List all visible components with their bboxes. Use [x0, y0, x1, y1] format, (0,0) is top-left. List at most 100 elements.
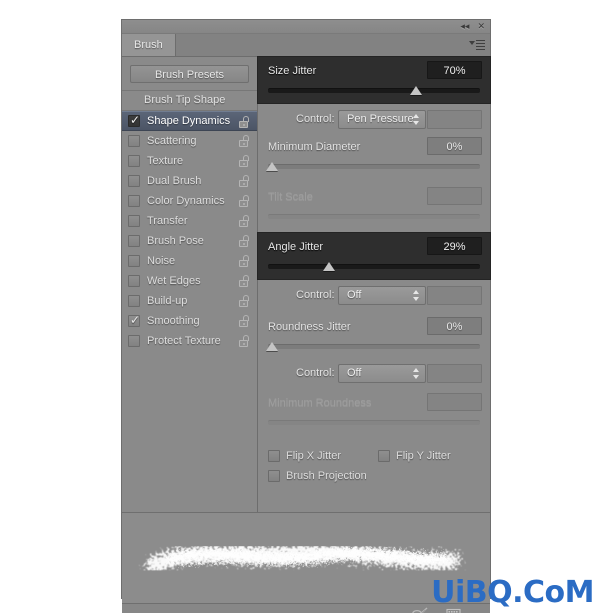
toggle-brush-settings-icon[interactable] — [412, 607, 430, 613]
flip-x-jitter-checkbox[interactable] — [268, 450, 280, 462]
lock-open-icon[interactable] — [239, 215, 250, 227]
minimum-diameter-slider[interactable] — [266, 161, 480, 175]
lock-open-icon[interactable] — [239, 135, 250, 147]
roundness-jitter-slider[interactable] — [266, 341, 480, 355]
tab-brush[interactable]: Brush — [122, 34, 176, 56]
spinner-icon[interactable] — [413, 114, 420, 125]
size-jitter-thumb[interactable] — [410, 86, 423, 95]
sidebar-item-label: Build-up — [147, 295, 188, 307]
sidebar-item-label: Brush Pose — [147, 235, 204, 247]
sidebar-item-brush-pose[interactable]: ✓ Brush Pose — [122, 231, 257, 251]
roundness-jitter-label: Roundness Jitter — [268, 321, 351, 333]
checkbox[interactable]: ✓ — [128, 275, 140, 287]
close-icon[interactable]: ✕ — [477, 22, 485, 31]
checkbox[interactable]: ✓ — [128, 314, 140, 327]
sidebar-item-label: Wet Edges — [147, 275, 201, 287]
checkbox[interactable]: ✓ — [128, 114, 140, 127]
roundness-jitter-track — [268, 344, 480, 349]
sidebar-item-scattering[interactable]: ✓ Scattering — [122, 131, 257, 151]
lock-open-icon[interactable] — [239, 295, 250, 307]
checkbox[interactable]: ✓ — [128, 135, 140, 147]
checkbox[interactable]: ✓ — [128, 295, 140, 307]
angle-jitter-value[interactable]: 29% — [427, 237, 482, 255]
brush-options-panel: Size Jitter 70% Control: Pen Pressure Mi… — [258, 57, 490, 512]
minimum-roundness-track — [268, 420, 480, 425]
angle-jitter-slider[interactable] — [268, 261, 480, 275]
lock-open-icon[interactable] — [239, 175, 250, 187]
checkbox[interactable]: ✓ — [128, 195, 140, 207]
tilt-scale-row: Tilt Scale — [258, 183, 490, 211]
brush-presets-button[interactable]: Brush Presets — [130, 65, 249, 83]
checkbox[interactable]: ✓ — [128, 155, 140, 167]
lock-open-icon[interactable] — [239, 335, 250, 347]
minimum-roundness-label: Minimum Roundness — [268, 397, 372, 409]
size-jitter-row: Size Jitter 70% — [258, 57, 490, 85]
size-jitter-track — [268, 88, 480, 93]
spinner-icon[interactable] — [413, 368, 420, 379]
angle-control-label: Control: — [296, 289, 335, 301]
titlebar-icons: ◂◂ ✕ — [460, 20, 485, 33]
lock-open-icon[interactable] — [239, 155, 250, 167]
roundness-control-select[interactable]: Off — [338, 364, 426, 383]
lock-open-icon[interactable] — [239, 195, 250, 207]
roundness-jitter-value[interactable]: 0% — [427, 317, 482, 335]
panel-body: Brush Presets Brush Tip Shape ✓ Shape Dyn… — [122, 57, 490, 512]
sidebar-item-wet-edges[interactable]: ✓ Wet Edges — [122, 271, 257, 291]
sidebar-item-color-dynamics[interactable]: ✓ Color Dynamics — [122, 191, 257, 211]
sidebar-item-shape-dynamics[interactable]: ✓ Shape Dynamics — [122, 111, 257, 131]
sidebar-item-label: Shape Dynamics — [147, 115, 231, 127]
brush-tip-shape-header[interactable]: Brush Tip Shape — [122, 90, 257, 111]
angle-control-select[interactable]: Off — [338, 286, 426, 305]
sidebar-item-build-up[interactable]: ✓ Build-up — [122, 291, 257, 311]
flip-x-jitter-label: Flip X Jitter — [286, 450, 342, 462]
sidebar-item-label: Transfer — [147, 215, 188, 227]
sidebar-item-dual-brush[interactable]: ✓ Dual Brush — [122, 171, 257, 191]
minimum-diameter-value[interactable]: 0% — [427, 137, 482, 155]
sidebar-item-smoothing[interactable]: ✓ Smoothing — [122, 311, 257, 331]
sidebar-item-protect-texture[interactable]: ✓ Protect Texture — [122, 331, 257, 351]
roundness-jitter-thumb[interactable] — [266, 342, 279, 351]
roundness-jitter-row: Roundness Jitter 0% — [258, 313, 490, 341]
lock-open-icon[interactable] — [239, 315, 250, 327]
sidebar-item-transfer[interactable]: ✓ Transfer — [122, 211, 257, 231]
roundness-control-label: Control: — [296, 367, 335, 379]
sidebar-item-texture[interactable]: ✓ Texture — [122, 151, 257, 171]
lock-open-icon[interactable] — [239, 255, 250, 267]
size-jitter-value[interactable]: 70% — [427, 61, 482, 79]
sidebar-item-label: Dual Brush — [147, 175, 202, 187]
minimum-roundness-row: Minimum Roundness — [258, 389, 490, 417]
sidebar-item-label: Smoothing — [147, 315, 200, 327]
brush-projection-checkbox[interactable] — [268, 470, 280, 482]
minimum-diameter-thumb[interactable] — [266, 162, 279, 171]
panel-menu-icon[interactable] — [469, 38, 485, 52]
collapse-double-left-icon[interactable]: ◂◂ — [460, 22, 469, 31]
lock-open-icon[interactable] — [239, 235, 250, 247]
sidebar-item-label: Texture — [147, 155, 184, 167]
flip-jitter-row: Flip X Jitter Flip Y Jitter — [258, 447, 490, 467]
size-control-extra-field[interactable] — [427, 110, 482, 129]
size-jitter-slider[interactable] — [268, 85, 480, 99]
spinner-icon[interactable] — [413, 290, 420, 301]
checkbox[interactable]: ✓ — [128, 335, 140, 347]
lock-open-icon[interactable] — [239, 275, 250, 287]
sidebar-item-label: Color Dynamics — [147, 195, 225, 207]
flip-y-jitter-checkbox[interactable] — [378, 450, 390, 462]
checkbox[interactable]: ✓ — [128, 235, 140, 247]
size-control-select[interactable]: Pen Pressure — [338, 110, 426, 129]
presets-button-wrap: Brush Presets — [122, 57, 257, 90]
size-control-label: Control: — [296, 113, 335, 125]
checkbox[interactable]: ✓ — [128, 255, 140, 267]
sidebar-item-label: Scattering — [147, 135, 197, 147]
sidebar-item-noise[interactable]: ✓ Noise — [122, 251, 257, 271]
angle-control-extra-field[interactable] — [427, 286, 482, 305]
checkbox[interactable]: ✓ — [128, 175, 140, 187]
tilt-scale-track — [268, 214, 480, 219]
screenshot-root: ◂◂ ✕ Brush Brush Presets Brush Tip Shape… — [0, 0, 600, 613]
lock-open-icon[interactable] — [239, 116, 250, 128]
size-jitter-label: Size Jitter — [268, 65, 317, 77]
roundness-control-extra-field[interactable] — [427, 364, 482, 383]
angle-jitter-thumb[interactable] — [323, 262, 336, 271]
angle-jitter-label: Angle Jitter — [268, 241, 324, 253]
checkbox[interactable]: ✓ — [128, 215, 140, 227]
angle-jitter-group: Angle Jitter 29% — [258, 233, 490, 279]
